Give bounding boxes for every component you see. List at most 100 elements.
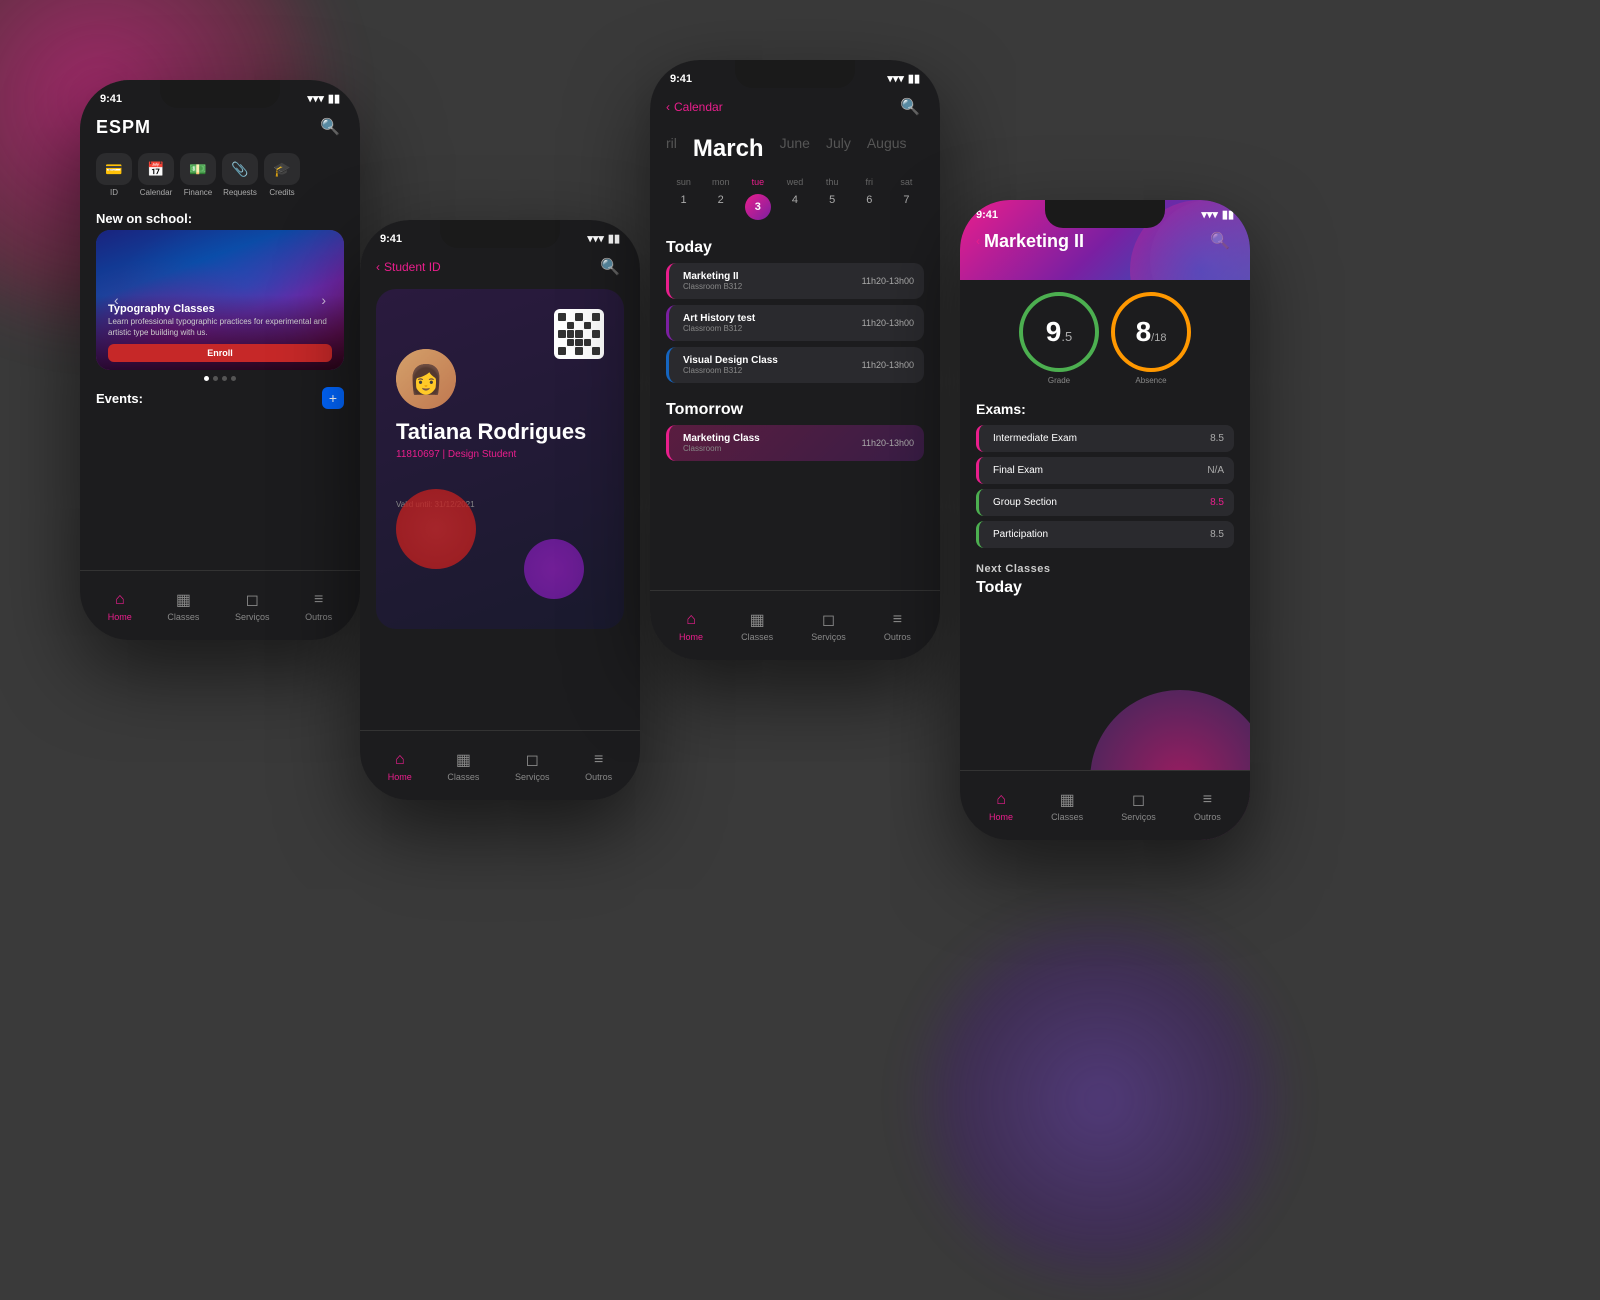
search-button-3[interactable]: 🔍 <box>896 93 924 121</box>
nav-outros-1[interactable]: ≡ Outros <box>305 590 332 622</box>
class-art-history-info: Art History test Classroom B312 <box>683 313 755 333</box>
search-button-2[interactable]: 🔍 <box>596 253 624 281</box>
class-marketing-ii[interactable]: Marketing II Classroom B312 11h20-13h00 <box>666 263 924 299</box>
student-id-number: 11810697 <box>396 449 440 460</box>
class-name-visual: Visual Design Class <box>683 355 778 366</box>
carousel-dots <box>80 376 360 381</box>
absence-circle: 8 /18 <box>1111 292 1191 372</box>
nav-classes-3[interactable]: ▦ Classes <box>741 610 773 642</box>
nav-outros-4[interactable]: ≡ Outros <box>1194 790 1221 822</box>
tomorrow-section: Tomorrow Marketing Class Classroom 11h20… <box>650 393 940 471</box>
absence-value-wrap: 8 /18 <box>1136 316 1167 348</box>
cal-day-4[interactable]: 4 <box>777 189 812 225</box>
cal-day-2[interactable]: 2 <box>703 189 738 225</box>
banner-content: Typography Classes Learn professional ty… <box>96 295 344 370</box>
phone-calendar: 9:41 ▾▾▾ ▮▮ ‹ Calendar 🔍 ril March June … <box>650 60 940 660</box>
quick-requests[interactable]: 📎 Requests <box>222 153 258 197</box>
exam-intermediate[interactable]: Intermediate Exam 8.5 <box>976 425 1234 452</box>
cal-day-1[interactable]: 1 <box>666 189 701 225</box>
enroll-button[interactable]: Enroll <box>108 344 332 362</box>
class-visual-design[interactable]: Visual Design Class Classroom B312 11h20… <box>666 347 924 383</box>
class-time-visual: 11h20-13h00 <box>862 360 914 370</box>
search-button-1[interactable]: 🔍 <box>316 113 344 141</box>
cal-day-3[interactable]: 3 <box>740 189 775 225</box>
back-chevron-4: ‹ <box>976 234 980 248</box>
nav-home-1[interactable]: ⌂ Home <box>108 590 132 622</box>
status-icons-2: ▾▾▾ ▮▮ <box>587 232 620 245</box>
quick-finance[interactable]: 💵 Finance <box>180 153 216 197</box>
nav-outros-3[interactable]: ≡ Outros <box>884 610 911 642</box>
requests-label: Requests <box>223 188 257 197</box>
cal-week-row: 1 2 3 4 5 6 7 <box>666 189 924 225</box>
cal-thu: thu <box>815 175 850 189</box>
wifi-icon-4: ▾▾▾ <box>1201 208 1218 221</box>
exam-participation[interactable]: Participation 8.5 <box>976 521 1234 548</box>
nav-home-label-2: Home <box>388 772 412 782</box>
class-marketing-tomorrow[interactable]: Marketing Class Classroom 11h20-13h00 <box>666 425 924 461</box>
status-icons-4: ▾▾▾ ▮▮ <box>1201 208 1234 221</box>
nav-home-4[interactable]: ⌂ Home <box>989 790 1013 822</box>
outros-icon-1: ≡ <box>309 590 329 610</box>
nav-classes-label-1: Classes <box>167 612 199 622</box>
espm-logo: ESPM <box>96 117 151 138</box>
back-button-3[interactable]: ‹ Calendar <box>666 100 723 114</box>
add-event-button[interactable]: + <box>322 387 344 409</box>
exams-section: Exams: Intermediate Exam 8.5 Final Exam … <box>960 397 1250 557</box>
next-banner-button[interactable]: › <box>321 292 326 308</box>
class-art-history[interactable]: Art History test Classroom B312 11h20-13… <box>666 305 924 341</box>
back-button-4[interactable]: ‹ Marketing II <box>976 231 1084 252</box>
exam-grade-participation: 8.5 <box>1210 529 1224 540</box>
exam-group-section[interactable]: Group Section 8.5 <box>976 489 1234 516</box>
cal-day-6[interactable]: 6 <box>852 189 887 225</box>
phone-home: 9:41 ▾▾▾ ▮▮ ESPM 🔍 💳 ID 📅 Calendar 💵 Fi <box>80 80 360 640</box>
nav-outros-2[interactable]: ≡ Outros <box>585 750 612 782</box>
dot-1 <box>204 376 209 381</box>
nav-services-3[interactable]: ◻ Serviços <box>811 610 846 642</box>
month-june: June <box>780 133 810 165</box>
tomorrow-title: Tomorrow <box>666 401 924 419</box>
phone1-header: ESPM 🔍 <box>80 105 360 149</box>
nav-home-3[interactable]: ⌂ Home <box>679 610 703 642</box>
grade-label: Grade <box>1048 376 1070 385</box>
banner-card[interactable]: ‹ › Typography Classes Learn professiona… <box>96 230 344 370</box>
quick-id[interactable]: 💳 ID <box>96 153 132 197</box>
wifi-icon-1: ▾▾▾ <box>307 92 324 105</box>
absence-label: Absence <box>1135 376 1166 385</box>
services-icon-1: ◻ <box>242 590 262 610</box>
month-march[interactable]: March <box>693 133 764 165</box>
classes-icon-2: ▦ <box>453 750 473 770</box>
exam-name-participation: Participation <box>993 529 1048 540</box>
class-marketing-ii-info: Marketing II Classroom B312 <box>683 271 742 291</box>
outros-icon-3: ≡ <box>887 610 907 630</box>
prev-banner-button[interactable]: ‹ <box>114 292 119 308</box>
student-avatar: 👩 <box>396 349 456 409</box>
nav-classes-4[interactable]: ▦ Classes <box>1051 790 1083 822</box>
cal-day-7[interactable]: 7 <box>889 189 924 225</box>
cal-day-5[interactable]: 5 <box>815 189 850 225</box>
back-label-2: Student ID <box>384 260 441 274</box>
nav-services-label-1: Serviços <box>235 612 270 622</box>
back-button-2[interactable]: ‹ Student ID <box>376 260 441 274</box>
home-icon-1: ⌂ <box>110 590 130 610</box>
class-room-marketing-tmr: Classroom <box>683 444 760 453</box>
nav-services-1[interactable]: ◻ Serviços <box>235 590 270 622</box>
class-room-art: Classroom B312 <box>683 324 755 333</box>
nav-services-2[interactable]: ◻ Serviços <box>515 750 550 782</box>
exam-final[interactable]: Final Exam N/A <box>976 457 1234 484</box>
calendar-title: Calendar <box>674 100 723 114</box>
card-blob-purple <box>524 539 584 599</box>
nav-home-2[interactable]: ⌂ Home <box>388 750 412 782</box>
nav-classes-label-3: Classes <box>741 632 773 642</box>
month-july: July <box>826 133 851 165</box>
quick-credits[interactable]: 🎓 Credits <box>264 153 300 197</box>
nav-classes-2[interactable]: ▦ Classes <box>447 750 479 782</box>
nav-classes-1[interactable]: ▦ Classes <box>167 590 199 622</box>
exams-title: Exams: <box>976 401 1234 417</box>
nav-services-4[interactable]: ◻ Serviços <box>1121 790 1156 822</box>
notch-3 <box>735 60 855 88</box>
battery-icon-4: ▮▮ <box>1222 208 1234 221</box>
requests-icon: 📎 <box>222 153 258 185</box>
quick-calendar[interactable]: 📅 Calendar <box>138 153 174 197</box>
nav-outros-label-3: Outros <box>884 632 911 642</box>
nav-home-label-4: Home <box>989 812 1013 822</box>
